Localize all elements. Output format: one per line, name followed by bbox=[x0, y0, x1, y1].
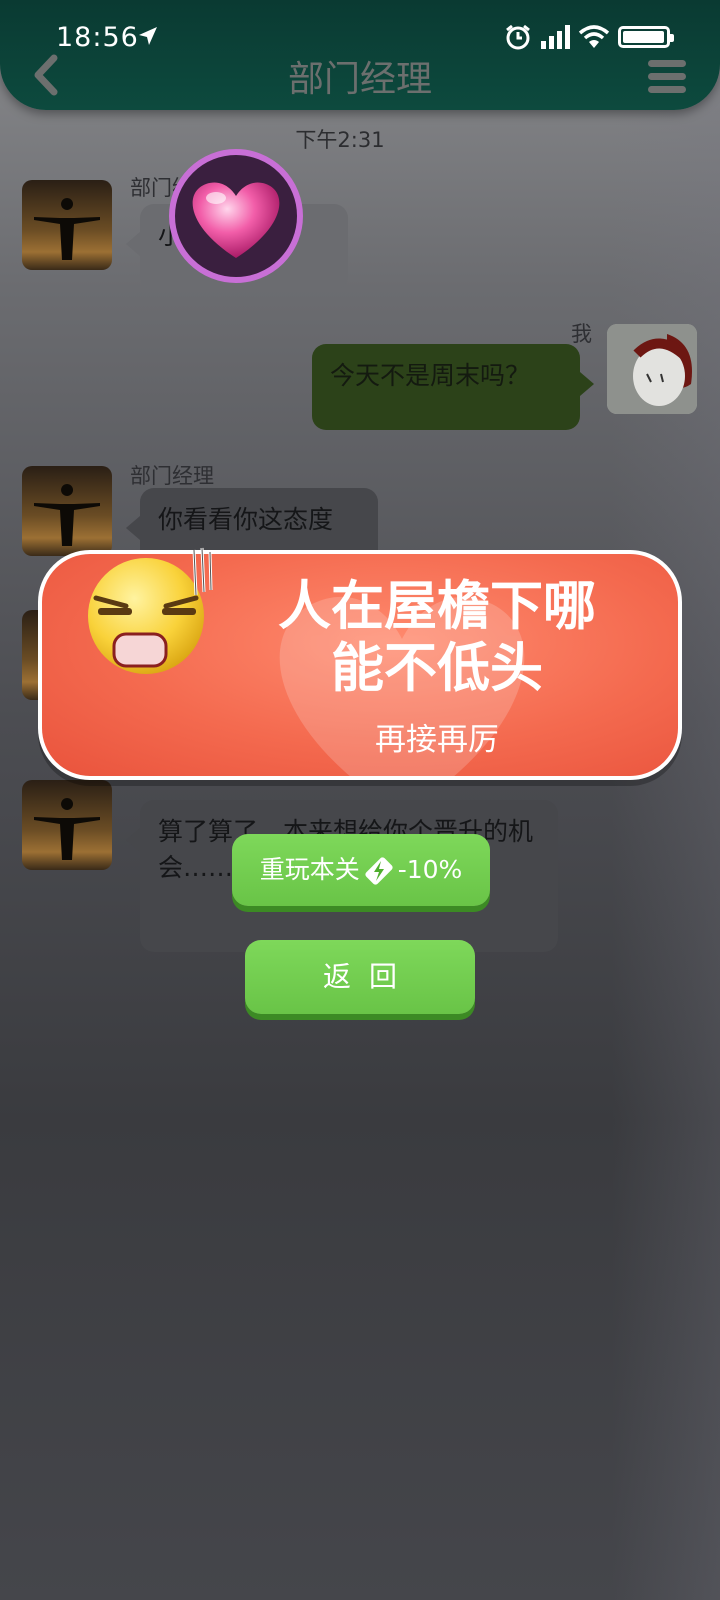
stamina-icon bbox=[365, 857, 393, 885]
wifi-icon bbox=[578, 25, 610, 48]
page-title: 部门经理 bbox=[287, 59, 432, 100]
menu-icon[interactable] bbox=[648, 60, 686, 94]
battery-level bbox=[623, 31, 665, 43]
result-title: 人在屋檐下哪 能不低头 bbox=[222, 576, 652, 700]
my-avatar[interactable] bbox=[607, 324, 697, 414]
signal-icon bbox=[541, 25, 570, 49]
angry-emoji-icon bbox=[88, 547, 213, 674]
chat-timestamp: 下午2:31 bbox=[295, 128, 385, 152]
message-sender-me: 我 bbox=[571, 322, 592, 346]
app-header: 18:56 部门经理 bbox=[0, 0, 720, 110]
result-title-line1: 人在屋檐下哪 bbox=[278, 576, 596, 637]
message-sender: 部门经理 bbox=[130, 464, 214, 488]
result-title-line2: 能不低头 bbox=[331, 638, 543, 699]
status-icons bbox=[504, 22, 674, 52]
manager-avatar[interactable] bbox=[22, 780, 112, 870]
status-time: 18:56 bbox=[56, 22, 139, 53]
message-bubble-me: 今天不是周末吗？ bbox=[312, 344, 594, 430]
battery-icon bbox=[618, 26, 674, 48]
alarm-icon bbox=[506, 24, 530, 50]
location-arrow-icon bbox=[139, 27, 157, 45]
replay-cost: -10% bbox=[397, 855, 463, 884]
back-button[interactable]: 返回 bbox=[245, 940, 475, 1014]
replay-level-button[interactable]: 重玩本关 -10% bbox=[232, 834, 490, 906]
replay-label: 重玩本关 bbox=[259, 855, 360, 884]
heart-icon bbox=[169, 149, 303, 283]
status-bar: 18:56 bbox=[0, 14, 720, 54]
manager-avatar[interactable] bbox=[22, 180, 112, 270]
result-subtitle: 再接再厉 bbox=[375, 722, 499, 758]
